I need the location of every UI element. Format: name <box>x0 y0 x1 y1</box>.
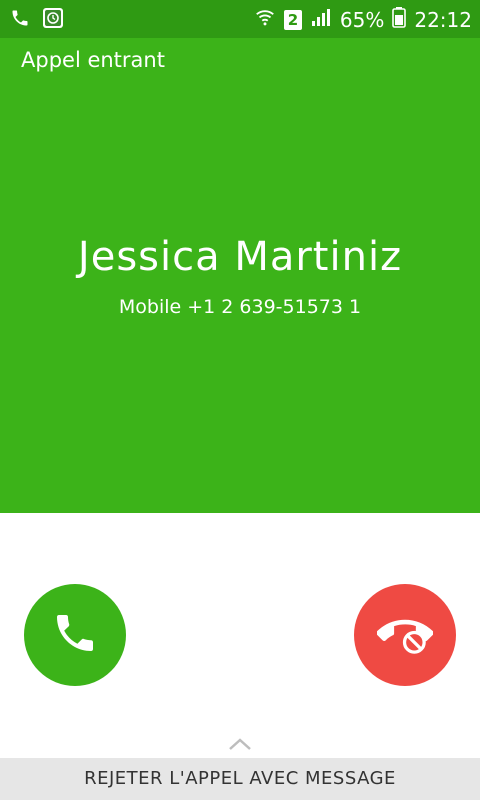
status-right-icons: 2 65% 22:12 <box>254 6 472 33</box>
sim-icon: 2 <box>283 9 302 30</box>
chevron-up-icon[interactable] <box>228 737 252 757</box>
phone-reject-icon <box>376 605 434 665</box>
answer-call-button[interactable] <box>24 584 126 686</box>
reject-call-button[interactable] <box>354 584 456 686</box>
notification-app-icon <box>42 7 64 33</box>
signal-icon <box>310 7 332 32</box>
caller-number: Mobile +1 2 639-51573 1 <box>118 296 362 318</box>
reject-with-message-button[interactable]: REJETER L'APPEL AVEC MESSAGE <box>0 758 480 800</box>
battery-icon <box>392 6 407 33</box>
status-left-icons <box>10 7 64 33</box>
call-status-label: Appel entrant <box>21 48 165 72</box>
status-bar: 2 65% 22:12 <box>0 0 480 38</box>
caller-name: Jessica Martiniz <box>77 234 403 280</box>
wifi-icon <box>254 6 276 33</box>
clock: 22:12 <box>414 7 472 32</box>
incoming-call-panel: Appel entrant Jessica Martiniz Mobile +1… <box>0 38 480 513</box>
battery-percentage: 65% <box>339 7 385 32</box>
phone-icon <box>10 8 30 32</box>
phone-answer-icon <box>51 609 99 661</box>
